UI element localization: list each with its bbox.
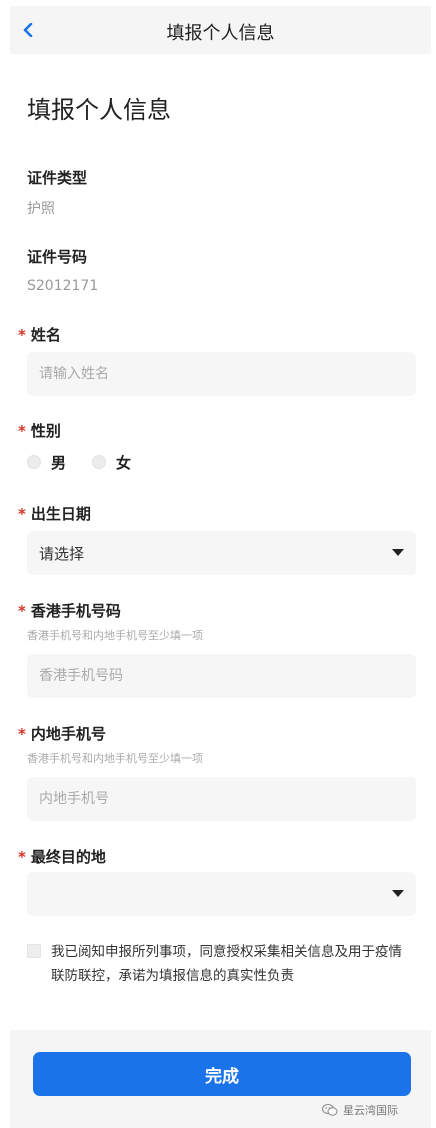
mainland-phone-label: * 内地手机号 [18,723,106,744]
mainland-phone-input[interactable] [27,777,416,821]
watermark-text: 星云湾国际 [343,1104,398,1117]
page-title: 填报个人信息 [27,96,171,124]
nav-title: 填报个人信息 [166,23,275,44]
birth-date-select[interactable]: 请选择 [27,531,416,575]
id-number-value: S2012171 [27,278,99,294]
radio-circle-icon [27,455,41,469]
gender-option-male[interactable]: 男 [27,451,66,473]
nav-bar: 填报个人信息 [10,6,431,54]
birth-date-value: 请选择 [39,545,85,563]
page: 填报个人信息 填报个人信息 证件类型 护照 证件号码 S2012171 * 姓名 … [0,0,436,1128]
name-label: * 姓名 [18,324,61,345]
required-mark: * [18,602,26,620]
caret-down-icon [392,549,404,556]
id-type-value: 护照 [27,201,55,217]
gender-label: * 性别 [18,420,61,441]
consent-checkbox[interactable] [27,944,41,958]
hk-phone-hint: 香港手机号和内地手机号至少填一项 [27,629,203,642]
mainland-phone-hint: 香港手机号和内地手机号至少填一项 [27,752,203,765]
radio-circle-icon [92,455,106,469]
destination-label: * 最终目的地 [18,846,106,867]
wechat-icon [322,1104,338,1116]
destination-select[interactable] [27,872,416,916]
hk-phone-label: * 香港手机号码 [18,600,121,621]
caret-down-icon [392,890,404,897]
required-mark: * [18,422,26,440]
hk-phone-input[interactable] [27,654,416,698]
watermark: 星云湾国际 [322,1101,398,1119]
id-type-label: 证件类型 [27,169,88,187]
birth-date-label-text: 出生日期 [30,505,91,523]
mainland-phone-label-text: 内地手机号 [30,725,106,743]
gender-option-label: 女 [116,453,132,472]
name-label-text: 姓名 [30,326,61,344]
gender-option-label: 男 [51,453,67,472]
required-mark: * [18,326,26,344]
gender-option-female[interactable]: 女 [92,451,131,473]
submit-button[interactable]: 完成 [33,1052,411,1096]
consent-text: 我已阅知申报所列事项，同意授权采集相关信息及用于疫情联防联控，承诺为填报信息的真… [51,944,402,984]
birth-date-label: * 出生日期 [18,503,91,524]
gender-label-text: 性别 [30,422,61,440]
required-mark: * [18,505,26,523]
id-number-label: 证件号码 [27,248,88,266]
required-mark: * [18,725,26,743]
required-mark: * [18,848,26,866]
destination-label-text: 最终目的地 [30,848,106,866]
hk-phone-label-text: 香港手机号码 [30,602,121,620]
name-input[interactable] [27,352,416,396]
consent-row: 我已阅知申报所列事项，同意授权采集相关信息及用于疫情联防联控，承诺为填报信息的真… [27,940,416,992]
